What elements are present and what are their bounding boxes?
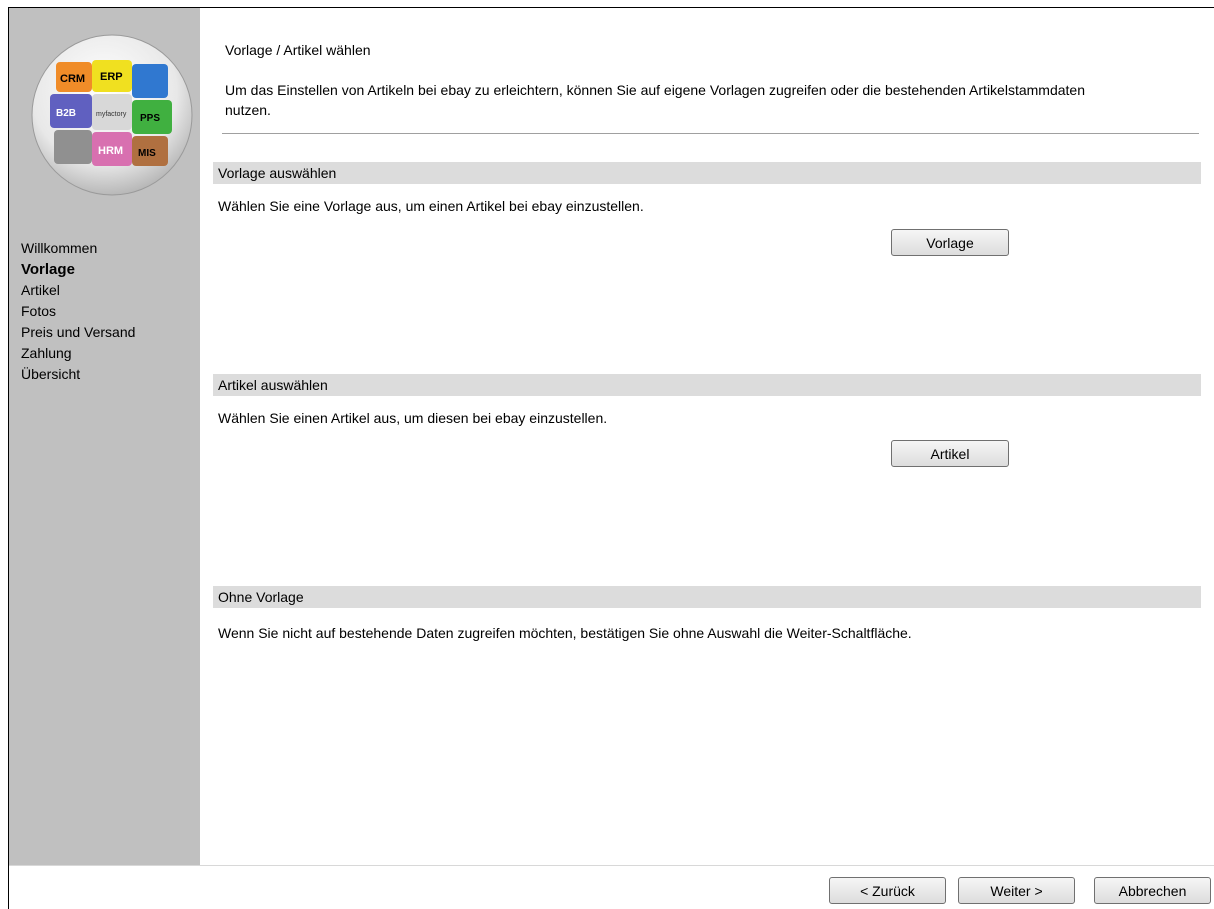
svg-text:PPS: PPS <box>140 113 160 124</box>
svg-text:HRM: HRM <box>98 145 123 157</box>
vorlage-button[interactable]: Vorlage <box>891 229 1009 256</box>
next-button[interactable]: Weiter > <box>958 877 1075 904</box>
section-heading-vorlage: Vorlage auswählen <box>213 162 1201 184</box>
svg-text:ERP: ERP <box>100 71 123 83</box>
svg-text:CRM: CRM <box>60 73 85 85</box>
puzzle-globe-logo: CRM ERP B2B myfactory PPS HRM MIS <box>31 34 193 196</box>
section-text-vorlage: Wählen Sie eine Vorlage aus, um einen Ar… <box>218 198 644 214</box>
step-fotos[interactable]: Fotos <box>21 301 135 322</box>
section-heading-label: Vorlage auswählen <box>218 165 337 181</box>
section-heading-artikel: Artikel auswählen <box>213 374 1201 396</box>
page-description: Um das Einstellen von Artikeln bei ebay … <box>225 82 1085 118</box>
svg-text:MIS: MIS <box>138 148 156 159</box>
page-title: Vorlage / Artikel wählen <box>225 42 371 58</box>
back-button[interactable]: < Zurück <box>829 877 946 904</box>
step-artikel[interactable]: Artikel <box>21 280 135 301</box>
step-preis-und-versand[interactable]: Preis und Versand <box>21 322 135 343</box>
footer-divider <box>9 865 1214 866</box>
section-heading-label: Ohne Vorlage <box>218 589 304 605</box>
step-vorlage[interactable]: Vorlage <box>21 259 135 280</box>
sidebar: CRM ERP B2B myfactory PPS HRM MIS Willko… <box>9 8 200 865</box>
step-zahlung[interactable]: Zahlung <box>21 343 135 364</box>
header-divider <box>222 133 1199 134</box>
svg-text:B2B: B2B <box>56 108 76 119</box>
cancel-button[interactable]: Abbrechen <box>1094 877 1211 904</box>
section-text-ohne-vorlage: Wenn Sie nicht auf bestehende Daten zugr… <box>218 625 912 641</box>
section-heading-ohne-vorlage: Ohne Vorlage <box>213 586 1201 608</box>
svg-text:myfactory: myfactory <box>96 111 127 118</box>
main-content: Vorlage / Artikel wählen Um das Einstell… <box>200 8 1214 865</box>
step-willkommen[interactable]: Willkommen <box>21 238 135 259</box>
wizard-steps: Willkommen Vorlage Artikel Fotos Preis u… <box>21 238 135 385</box>
section-heading-label: Artikel auswählen <box>218 377 328 393</box>
step-uebersicht[interactable]: Übersicht <box>21 364 135 385</box>
section-text-artikel: Wählen Sie einen Artikel aus, um diesen … <box>218 410 608 426</box>
artikel-button[interactable]: Artikel <box>891 440 1009 467</box>
